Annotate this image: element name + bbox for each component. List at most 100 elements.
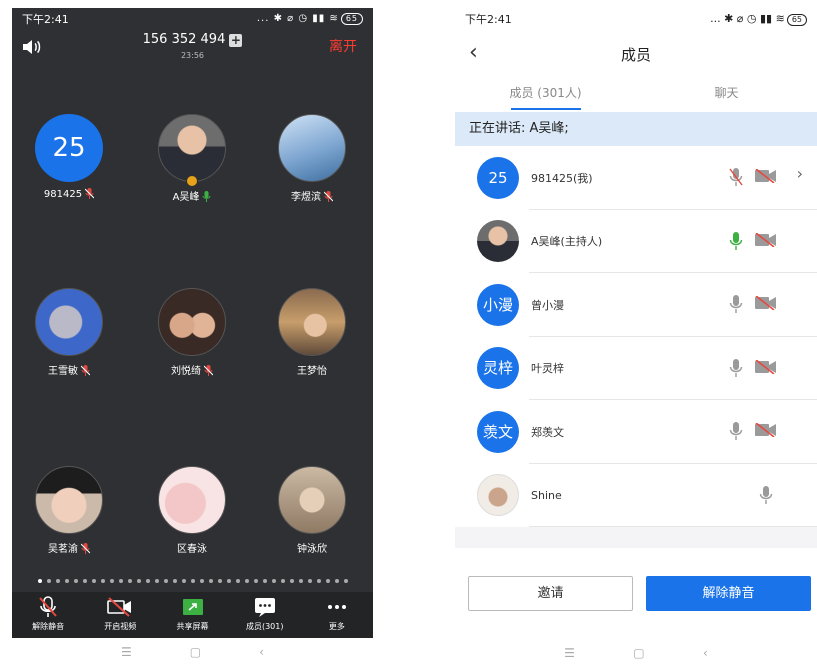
page-dot bbox=[127, 579, 132, 583]
participant-name-row: 钟泳欣 bbox=[257, 540, 367, 555]
participant-tile[interactable]: A吴峰 bbox=[137, 114, 247, 203]
participant-name: 李煜滨 bbox=[291, 192, 321, 203]
page-dot bbox=[343, 579, 348, 583]
participant-name-row: 王梦怡 bbox=[257, 362, 367, 377]
mic-icon[interactable] bbox=[759, 485, 773, 504]
host-badge-icon bbox=[186, 175, 198, 187]
back-icon[interactable]: ‹ bbox=[259, 645, 264, 659]
home-icon[interactable]: ▢ bbox=[190, 645, 201, 659]
avatar bbox=[477, 220, 519, 263]
menu-icon[interactable]: ☰ bbox=[564, 646, 575, 660]
participant-tile[interactable]: 钟泳欣 bbox=[257, 466, 367, 555]
mic-muted-icon bbox=[81, 543, 90, 554]
status-bar: 下午2:41 ... ✱ ⌀ ◷ ▮▮ ≋ 65 bbox=[12, 8, 373, 30]
action-bar: 邀请 解除静音 bbox=[455, 548, 817, 640]
page-title: 成员 bbox=[620, 46, 651, 64]
status-icons-text: ... ✱ ⌀ ◷ ▮▮ ≋ bbox=[256, 13, 339, 24]
mic-muted-icon[interactable] bbox=[729, 168, 743, 186]
member-row[interactable]: 灵梓 叶灵梓 bbox=[455, 337, 817, 401]
more-icon bbox=[327, 605, 346, 609]
participant-tile[interactable]: 吴茗渝 bbox=[14, 466, 124, 555]
page-dot bbox=[307, 579, 312, 583]
page-dot bbox=[145, 579, 150, 583]
participant-tile[interactable]: 李煜滨 bbox=[257, 114, 367, 203]
menu-icon[interactable]: ☰ bbox=[121, 645, 132, 659]
tab-bar: 成员 (301人) 聊天 bbox=[455, 80, 817, 112]
avatar bbox=[477, 474, 519, 517]
participant-tile[interactable]: 王雪敏 bbox=[14, 288, 124, 377]
tab-members[interactable]: 成员 (301人) bbox=[455, 80, 636, 112]
member-name: A吴峰(主持人) bbox=[531, 235, 603, 249]
mic-muted-icon bbox=[85, 188, 95, 199]
page-dot bbox=[316, 579, 321, 583]
avatar bbox=[278, 288, 346, 356]
member-row[interactable]: Shine bbox=[455, 464, 817, 528]
status-icons: ... ✱ ⌀ ◷ ▮▮ ≋ 65 bbox=[257, 13, 363, 25]
avatar bbox=[278, 466, 346, 534]
system-nav-bar: ☰ ▢ ‹ bbox=[455, 640, 817, 665]
mic-active-icon[interactable] bbox=[729, 231, 743, 250]
tab-chat[interactable]: 聊天 bbox=[636, 80, 817, 112]
avatar: 25 bbox=[477, 156, 519, 199]
participant-name: 王雪敏 bbox=[48, 366, 78, 377]
mic-icon[interactable] bbox=[729, 295, 743, 313]
unmute-all-button[interactable]: 解除静音 bbox=[646, 576, 811, 611]
page-dot bbox=[181, 579, 186, 583]
participant-name: 981425 bbox=[43, 189, 83, 200]
meeting-id[interactable]: 156 352 494 + bbox=[12, 32, 373, 47]
page-dot bbox=[82, 579, 87, 583]
page-dot bbox=[37, 579, 42, 583]
mic-icon[interactable] bbox=[729, 358, 743, 377]
member-name: 叶灵梓 bbox=[531, 362, 564, 376]
chevron-right-icon[interactable]: › bbox=[797, 164, 803, 183]
home-icon[interactable]: ▢ bbox=[633, 646, 644, 660]
participant-name-row: 区春泳 bbox=[137, 540, 247, 555]
tool-label: 共享屏幕 bbox=[176, 622, 209, 631]
meeting-id-text: 156 352 494 bbox=[142, 32, 226, 47]
page-dot bbox=[118, 579, 123, 583]
status-time: 下午2:41 bbox=[465, 13, 512, 26]
participant-name: 吴茗渝 bbox=[48, 544, 78, 555]
page-dot bbox=[91, 579, 96, 583]
page-dot bbox=[109, 579, 114, 583]
status-icons-text: ... ✱ ⌀ ◷ ▮▮ ≋ bbox=[710, 12, 785, 25]
invite-button[interactable]: 邀请 bbox=[468, 576, 633, 611]
camera-off-icon[interactable] bbox=[755, 296, 777, 310]
meeting-header: 156 352 494 + 23:56 离开 bbox=[12, 30, 373, 66]
member-row[interactable]: 小漫 曾小漫 bbox=[455, 273, 817, 337]
battery-icon: 65 bbox=[786, 14, 807, 26]
member-row[interactable]: 25 981425(我) › bbox=[455, 146, 817, 210]
leave-button[interactable]: 离开 bbox=[329, 36, 357, 56]
avatar: 小漫 bbox=[477, 283, 519, 326]
member-name: 曾小漫 bbox=[531, 298, 564, 312]
page-dot bbox=[199, 579, 204, 583]
page-dot bbox=[253, 579, 258, 583]
members-button[interactable]: 成员(301) bbox=[229, 592, 301, 638]
camera-off-icon[interactable] bbox=[755, 169, 777, 183]
page-indicator[interactable] bbox=[12, 579, 373, 585]
unmute-button[interactable]: 解除静音 bbox=[12, 592, 84, 638]
camera-off-icon[interactable] bbox=[755, 359, 777, 374]
member-row[interactable]: A吴峰(主持人) bbox=[455, 210, 817, 274]
avatar: 25 bbox=[35, 114, 103, 182]
start-video-button[interactable]: 开启视频 bbox=[84, 592, 156, 638]
participant-name: 刘悦绮 bbox=[171, 366, 201, 377]
more-button[interactable]: 更多 bbox=[301, 592, 373, 638]
participant-tile[interactable]: 25 981425 bbox=[14, 114, 124, 200]
participant-tile[interactable]: 区春泳 bbox=[137, 466, 247, 555]
member-name: 981425(我) bbox=[531, 171, 593, 185]
camera-off-icon[interactable] bbox=[755, 232, 777, 247]
mic-icon[interactable] bbox=[729, 422, 743, 440]
tool-label: 解除静音 bbox=[32, 622, 65, 631]
page-dot bbox=[334, 579, 339, 583]
back-icon[interactable]: ‹ bbox=[703, 646, 708, 660]
add-icon[interactable]: + bbox=[229, 34, 243, 47]
participant-tile[interactable]: 王梦怡 bbox=[257, 288, 367, 377]
camera-off-icon[interactable] bbox=[755, 423, 777, 437]
avatar bbox=[35, 466, 103, 534]
page-dot bbox=[136, 579, 141, 583]
participant-tile[interactable]: 刘悦绮 bbox=[137, 288, 247, 377]
share-screen-button[interactable]: 共享屏幕 bbox=[156, 592, 228, 638]
page-dot bbox=[271, 579, 276, 583]
member-row[interactable]: 羡文 郑羡文 bbox=[455, 400, 817, 464]
